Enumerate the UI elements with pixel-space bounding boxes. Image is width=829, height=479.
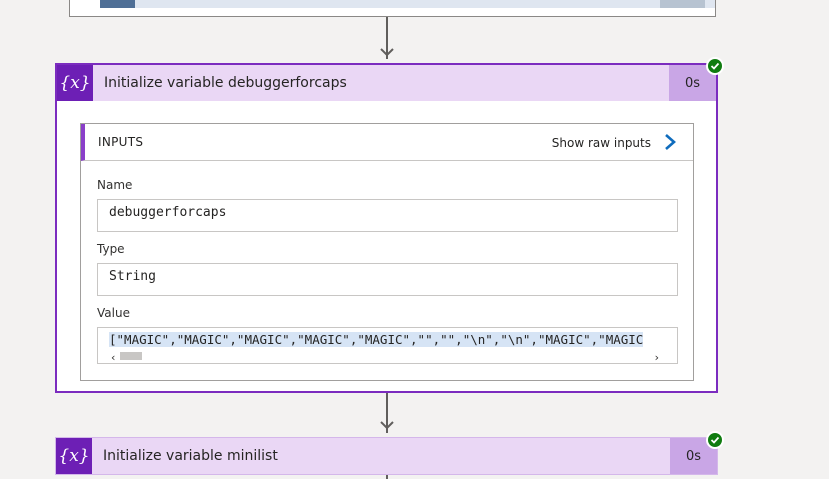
success-check-icon: [706, 431, 724, 449]
scrollbar-thumb[interactable]: [120, 352, 142, 360]
action-title: Initialize variable debuggerforcaps: [104, 75, 347, 91]
inputs-panel: INPUTS Show raw inputs Name debuggerforc…: [80, 123, 694, 381]
previous-action-block: [660, 0, 705, 8]
scroll-left-icon[interactable]: ‹: [111, 351, 115, 363]
inputs-header: INPUTS Show raw inputs: [81, 124, 693, 161]
horizontal-scrollbar[interactable]: ‹ ›: [98, 349, 677, 363]
type-field[interactable]: String: [97, 263, 678, 296]
action-card-minilist[interactable]: {x} Initialize variable minilist 0s: [55, 437, 718, 475]
variable-icon: {x}: [56, 438, 92, 474]
action-card-debuggerforcaps[interactable]: {x} Initialize variable debuggerforcaps …: [55, 63, 718, 393]
scroll-right-icon[interactable]: ›: [655, 351, 659, 363]
type-label: Type: [97, 242, 125, 256]
previous-action-content: [100, 0, 715, 8]
connector-line: [386, 475, 388, 479]
value-field[interactable]: ["MAGIC","MAGIC","MAGIC","MAGIC","MAGIC"…: [97, 327, 678, 364]
value-label: Value: [97, 306, 130, 320]
action-card-header[interactable]: {x} Initialize variable debuggerforcaps …: [57, 65, 716, 101]
previous-action-block: [100, 0, 135, 8]
variable-icon: {x}: [57, 65, 93, 101]
name-field[interactable]: debuggerforcaps: [97, 199, 678, 232]
success-check-icon: [706, 57, 724, 75]
value-text[interactable]: ["MAGIC","MAGIC","MAGIC","MAGIC","MAGIC"…: [109, 332, 644, 347]
show-raw-inputs-link[interactable]: Show raw inputs: [552, 124, 651, 162]
action-title: Initialize variable minilist: [103, 448, 278, 464]
chevron-right-icon[interactable]: [663, 133, 677, 151]
inputs-title: INPUTS: [98, 135, 144, 149]
connector-arrow-icon: [380, 421, 394, 430]
name-label: Name: [97, 178, 133, 192]
previous-action-card[interactable]: [69, 0, 716, 17]
connector-arrow-icon: [380, 48, 394, 57]
